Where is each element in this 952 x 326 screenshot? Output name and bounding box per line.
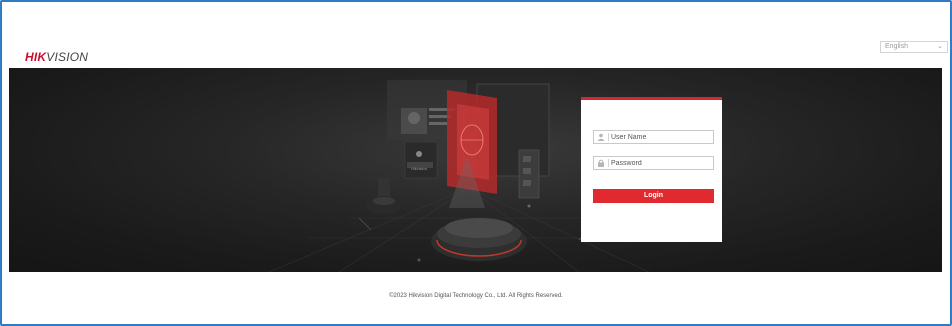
username-field[interactable] [593,130,714,144]
password-input[interactable] [611,157,711,169]
logo-primary: HIK [25,50,47,64]
password-field[interactable] [593,156,714,170]
hero-banner: Hikvision [9,68,942,272]
user-icon [597,133,605,141]
logo-secondary: VISION [46,50,89,64]
footer-copyright: ©2023 Hikvision Digital Technology Co., … [389,293,563,299]
banner-badge: Hikvision [411,166,428,171]
field-divider [608,159,609,167]
lock-icon [598,159,604,167]
banner-illustration [268,80,650,272]
hikvision-logo: HIKVISION [25,50,88,64]
login-panel: Login [581,97,722,242]
chevron-down-icon: ⌄ [937,43,943,50]
login-button[interactable]: Login [593,189,714,203]
language-select[interactable]: English ⌄ [880,41,948,53]
language-select-value: English [885,43,908,50]
username-input[interactable] [611,131,711,143]
field-divider [608,133,609,141]
